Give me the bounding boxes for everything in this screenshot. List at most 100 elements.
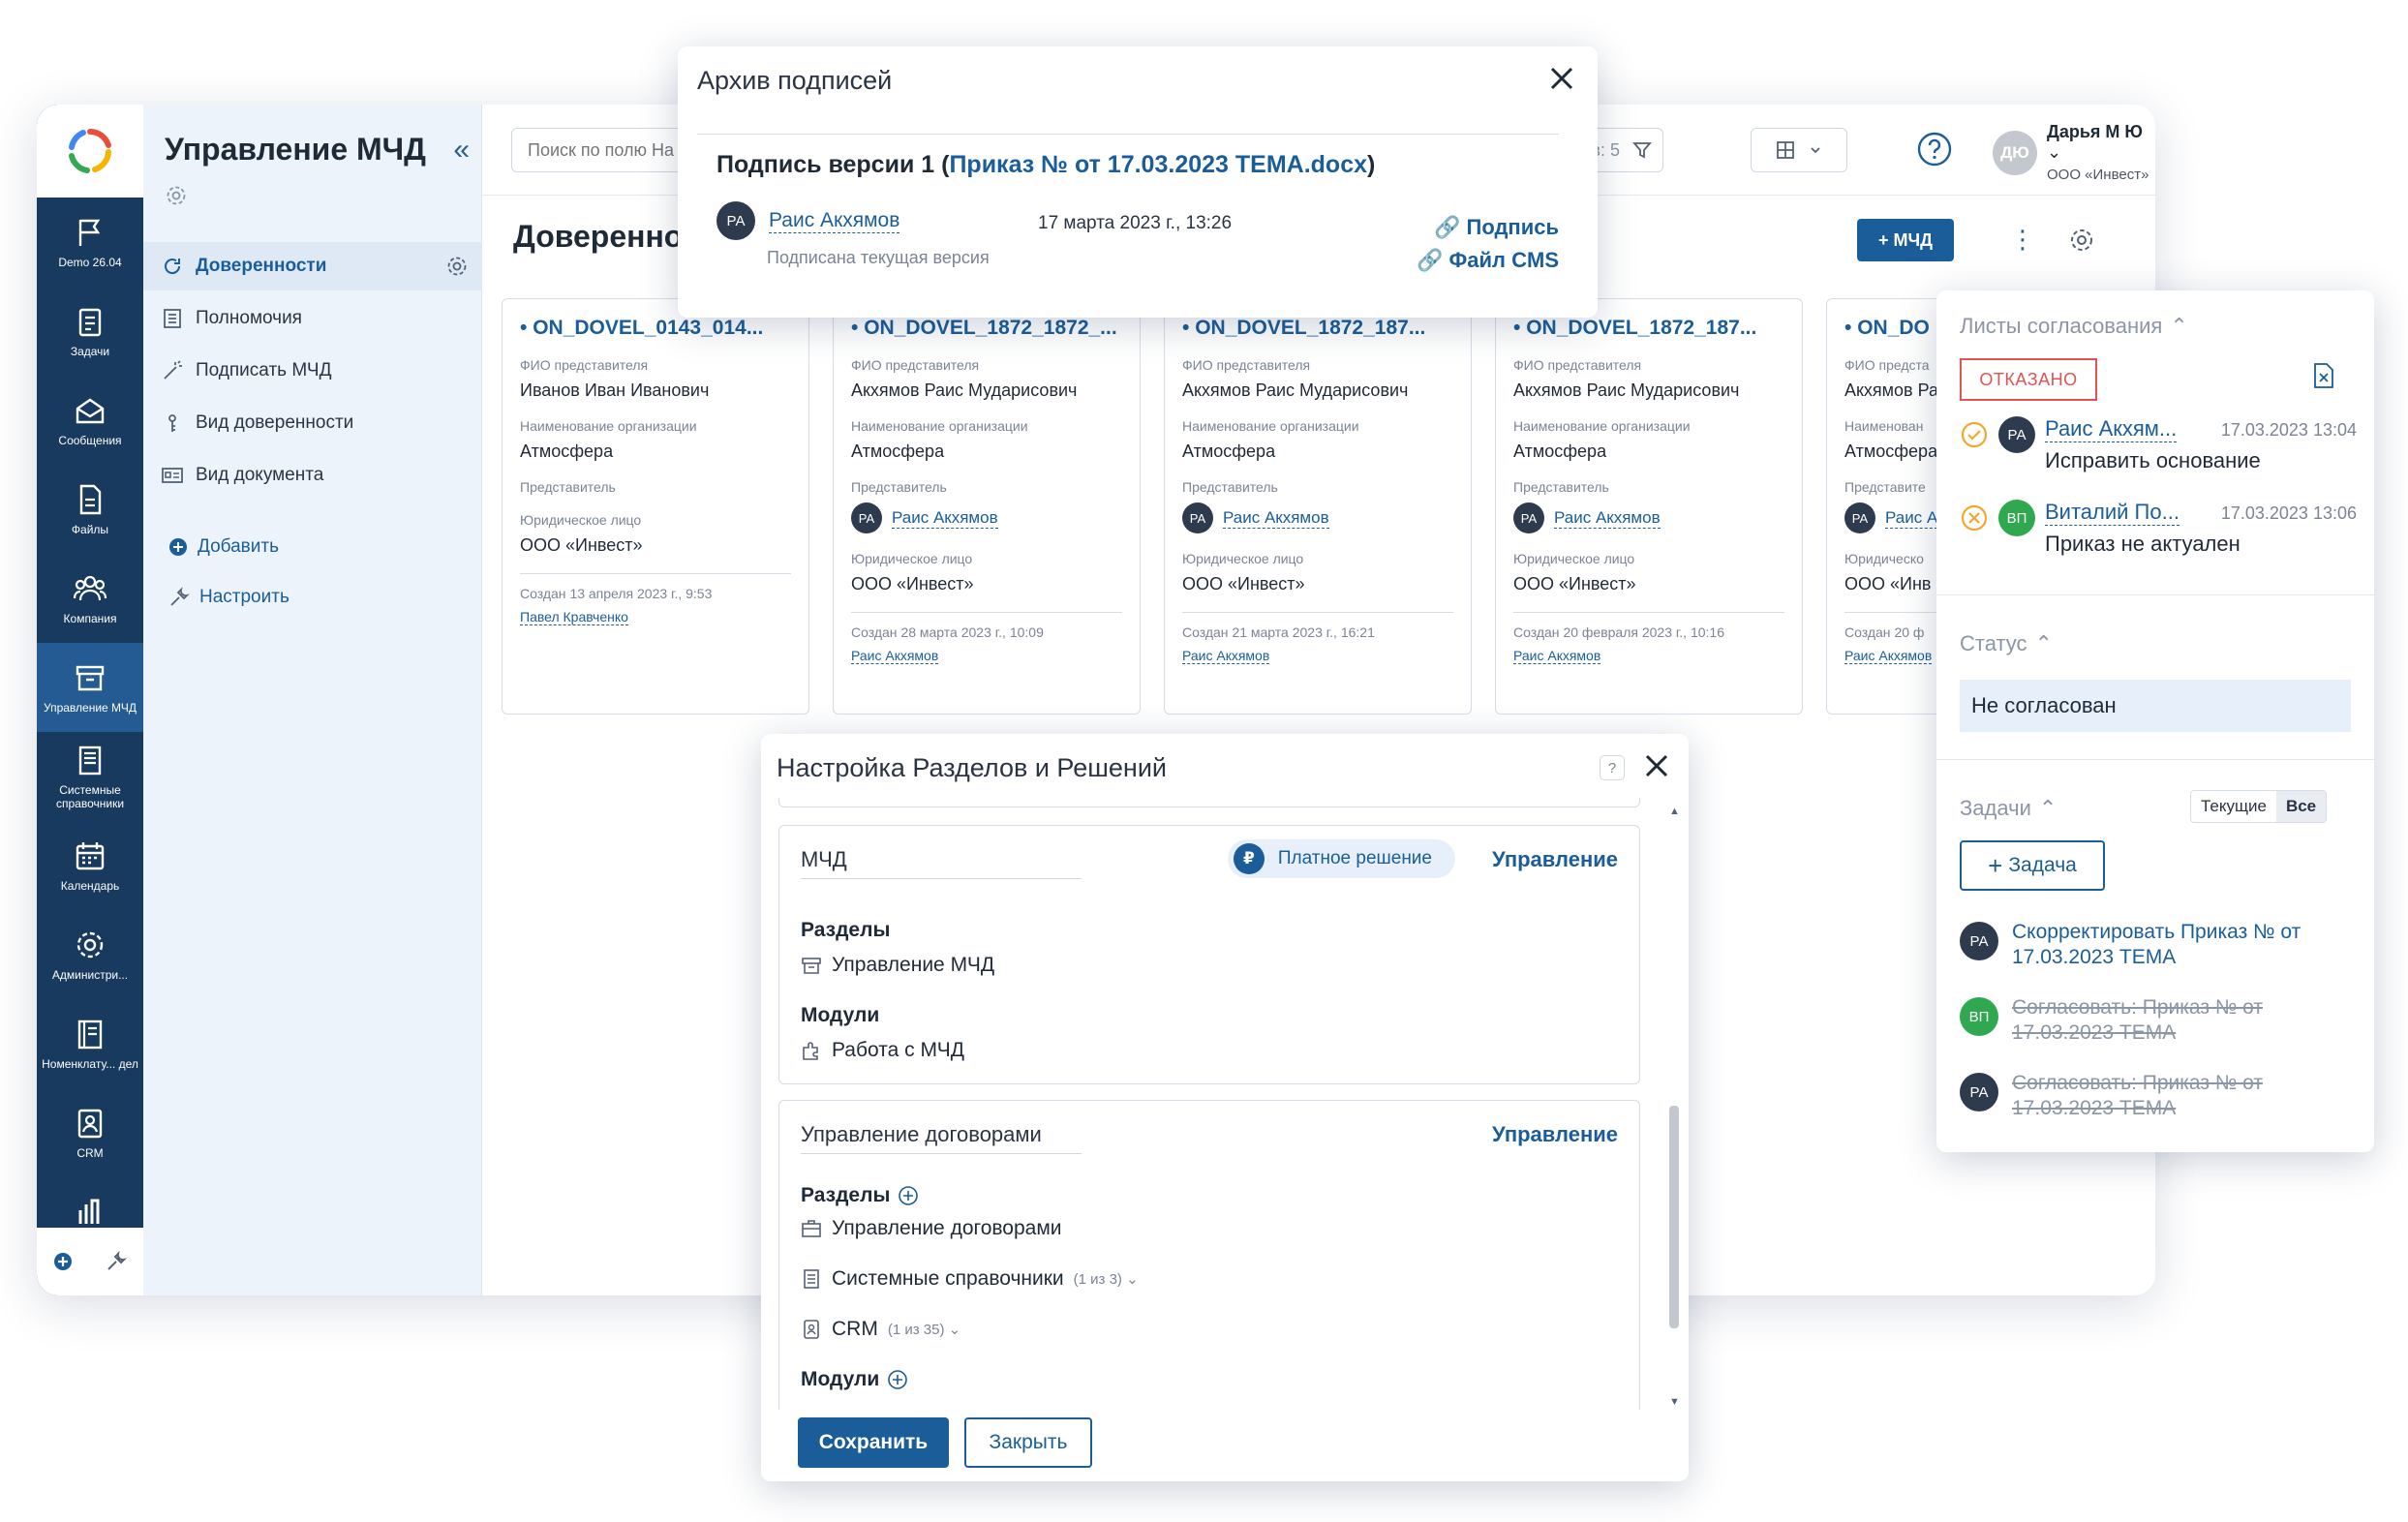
filter-current[interactable]: Текущие xyxy=(2191,791,2276,822)
rail-label: Номенклату... дел xyxy=(42,1057,138,1071)
rail-item-directories[interactable]: Системные справочники xyxy=(37,732,143,821)
card-rep-link[interactable]: Раис Акхямов xyxy=(892,508,998,529)
help-icon[interactable]: ? xyxy=(1600,755,1625,780)
rail-item-company[interactable]: Компания xyxy=(37,554,143,643)
document-link[interactable]: Приказ № от 17.03.2023 ТЕМА.docx xyxy=(949,151,1367,178)
chevron-up-icon: ⌃ xyxy=(2170,314,2188,338)
sidebar-item-powers[interactable]: Полномочия xyxy=(143,294,482,343)
card-title[interactable]: ON_DOVEL_0143_014... xyxy=(533,317,763,339)
scrollbar-thumb[interactable] xyxy=(1669,1106,1679,1328)
close-button[interactable]: Закрыть xyxy=(964,1417,1092,1468)
dialog-scrollbar[interactable]: ▲ ▼ xyxy=(1667,806,1681,1408)
signer-link[interactable]: Раис Акхямов xyxy=(769,209,900,233)
close-icon[interactable] xyxy=(1642,751,1671,780)
cms-file-link[interactable]: 🔗 Файл CMS xyxy=(1417,244,1559,277)
gear-icon[interactable] xyxy=(2068,227,2095,254)
gear-icon[interactable] xyxy=(445,255,469,278)
status-toggle[interactable]: Статус ⌃ xyxy=(1960,631,2053,656)
poa-card[interactable]: • ON_DOVEL_1872_187... ФИО представителя… xyxy=(1164,298,1472,715)
sidebar-item-powers-of-attorney[interactable]: Доверенности xyxy=(143,242,482,290)
poa-card[interactable]: • ON_DOVEL_0143_014... ФИО представителя… xyxy=(502,298,809,715)
task-item[interactable]: РА Согласовать: Приказ № от 17.03.2023 Т… xyxy=(1960,1071,2357,1121)
add-link[interactable]: Добавить xyxy=(168,536,279,558)
card-rep-link[interactable]: Раис А xyxy=(1885,508,1938,529)
sidebar-item-document-type[interactable]: Вид документа xyxy=(143,451,482,500)
approval-sheets-toggle[interactable]: Листы согласования ⌃ xyxy=(1960,314,2188,339)
card-rep-link[interactable]: Раис Акхямов xyxy=(1223,508,1329,529)
signature-archive-popup: Архив подписей Подпись версии 1 (Приказ … xyxy=(678,46,1598,318)
more-icon[interactable]: ⋮ xyxy=(2010,225,2035,255)
section-count-select[interactable]: (1 из 35) ⌄ xyxy=(888,1321,960,1338)
save-button[interactable]: Сохранить xyxy=(798,1417,949,1468)
poa-card[interactable]: • ON_DOVEL_1872_187... ФИО представителя… xyxy=(1495,298,1803,715)
sidebar-item-sign-mcd[interactable]: Подписать МЧД xyxy=(143,347,482,395)
rail-item-tasks[interactable]: Задачи xyxy=(37,287,143,376)
cms-file-label: Файл CMS xyxy=(1448,248,1559,272)
manage-link[interactable]: Управление xyxy=(1492,847,1618,872)
section-label: CRM xyxy=(832,1318,878,1340)
card-author-link[interactable]: Раис Акхямов xyxy=(851,648,939,664)
solution-block-contracts: Управление договорами Управление Разделы… xyxy=(778,1100,1640,1410)
add-circle-icon[interactable] xyxy=(887,1369,908,1390)
add-label: Добавить xyxy=(198,536,279,557)
rail-label: Задачи xyxy=(70,345,110,358)
card-label: Юридическое лицо xyxy=(1182,551,1304,566)
add-task-button[interactable]: + Задача xyxy=(1960,840,2105,891)
filter-all[interactable]: Все xyxy=(2275,791,2327,822)
rail-item-mcd[interactable]: Управление МЧД xyxy=(37,643,143,732)
rail-item-crm[interactable]: CRM xyxy=(37,1088,143,1177)
signature-file-link[interactable]: 🔗 Подпись xyxy=(1417,211,1559,244)
card-rep-link[interactable]: Раис Акхямов xyxy=(1554,508,1661,529)
approval-time: 17.03.2023 13:06 xyxy=(2220,503,2357,523)
card-created: 28 марта 2023 г., 10:09 xyxy=(900,624,1044,640)
view-mode-select[interactable] xyxy=(1751,128,1847,172)
card-title[interactable]: ON_DO xyxy=(1857,317,1930,339)
rail-item-nomenclature[interactable]: Номенклату... дел xyxy=(37,999,143,1088)
sidebar-item-label: Вид документа xyxy=(196,465,324,485)
poa-card[interactable]: • ON_DOVEL_1872_1872_... ФИО представите… xyxy=(833,298,1141,715)
card-author-link[interactable]: Раис Акхямов xyxy=(1844,648,1933,664)
rail-item-files[interactable]: Файлы xyxy=(37,465,143,554)
paid-solution-badge: ₽ Платное решение xyxy=(1227,839,1455,878)
card-author-link[interactable]: Раис Акхямов xyxy=(1513,648,1601,664)
gear-icon[interactable] xyxy=(165,184,188,207)
excel-file-icon[interactable] xyxy=(2312,362,2335,389)
task-item[interactable]: ВП Согласовать: Приказ № от 17.03.2023 Т… xyxy=(1960,995,2357,1046)
rail-item-calendar[interactable]: Календарь xyxy=(37,821,143,910)
card-author-link[interactable]: Раис Акхямов xyxy=(1182,648,1270,664)
rail-item-messages[interactable]: Сообщения xyxy=(37,376,143,465)
solution-name[interactable]: Управление договорами xyxy=(801,1122,1082,1154)
scroll-up-icon[interactable]: ▲ xyxy=(1669,806,1680,817)
add-circle-icon[interactable] xyxy=(898,1185,919,1206)
app-logo[interactable] xyxy=(37,105,143,198)
solution-name[interactable]: МЧД xyxy=(801,847,1082,879)
card-title[interactable]: ON_DOVEL_1872_187... xyxy=(1526,317,1756,339)
add-mcd-button[interactable]: + МЧД xyxy=(1857,219,1954,261)
sidebar-item-poa-type[interactable]: Вид доверенности xyxy=(143,399,482,447)
rail-item-admin[interactable]: Администри... xyxy=(37,910,143,999)
card-author-link[interactable]: Павел Кравченко xyxy=(520,609,628,625)
collapse-sidebar-button[interactable]: « xyxy=(453,134,470,167)
card-label: Юридическое лицо xyxy=(1513,551,1635,566)
card-title[interactable]: ON_DOVEL_1872_1872_... xyxy=(864,317,1117,339)
wrench-icon[interactable] xyxy=(105,1250,128,1273)
tasks-toggle[interactable]: Задачи ⌃ xyxy=(1960,796,2057,821)
card-title[interactable]: ON_DOVEL_1872_187... xyxy=(1195,317,1425,339)
rail-item-demo[interactable]: Demo 26.04 xyxy=(37,198,143,287)
approver-link[interactable]: Раис Акхям... xyxy=(2045,416,2178,442)
contact-icon xyxy=(804,1320,819,1339)
card-label: Создан xyxy=(1182,624,1229,640)
add-circle-icon[interactable] xyxy=(52,1251,74,1272)
scroll-down-icon[interactable]: ▼ xyxy=(1669,1396,1680,1408)
rail-label: Компания xyxy=(63,612,117,625)
add-circle-icon xyxy=(169,538,187,556)
task-item[interactable]: РА Скорректировать Приказ № от 17.03.202… xyxy=(1960,920,2357,970)
close-icon[interactable] xyxy=(1547,64,1576,93)
help-icon[interactable] xyxy=(1915,130,1954,168)
section-count-select[interactable]: (1 из 3) ⌄ xyxy=(1074,1270,1139,1288)
avatar: РА xyxy=(1960,1073,1998,1111)
manage-link[interactable]: Управление xyxy=(1492,1122,1618,1147)
approver-link[interactable]: Виталий По... xyxy=(2045,500,2179,526)
configure-link[interactable]: Настроить xyxy=(168,587,290,608)
user-menu[interactable]: ДЮ Дарья М Ю ⌄ ООО «Инвест» xyxy=(1993,122,2155,183)
